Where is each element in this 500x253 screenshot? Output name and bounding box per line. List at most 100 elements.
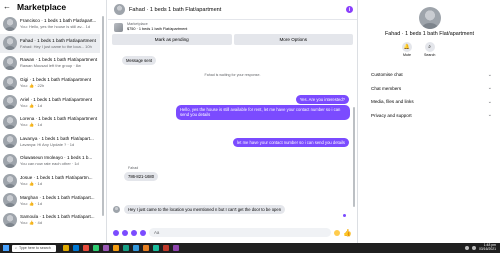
avatar	[419, 7, 441, 29]
network-icon[interactable]	[465, 246, 470, 250]
conversation-preview: You: 👍 · 1d	[20, 200, 42, 206]
menu-item-customise-chat[interactable]: Customise chat ⌄	[371, 68, 492, 82]
taskbar-app-icon[interactable]	[173, 245, 179, 251]
avatar	[3, 212, 17, 227]
chat-title[interactable]: Fahad · 1 beds 1 bath Flat/apartment	[129, 7, 342, 13]
conversation-item[interactable]: Josue · 1 beds 1 bath Flat/apartm... You…	[0, 171, 100, 191]
mute-button[interactable]: 🔔 Mute	[402, 42, 412, 57]
info-icon[interactable]: i	[346, 6, 353, 13]
conversation-preview: You: 👍 · 1d	[20, 181, 42, 187]
menu-item-chat-members[interactable]: Chat members ⌄	[371, 82, 492, 96]
chat-actions: Mark as pending More Options	[108, 34, 357, 45]
chevron-down-icon: ⌄	[487, 85, 492, 92]
taskbar-app-icon[interactable]	[73, 245, 79, 251]
sidebar-scrollbar[interactable]	[102, 16, 104, 216]
taskbar-search-placeholder: Type here to search	[19, 246, 51, 250]
taskbar-app-icon[interactable]	[83, 245, 89, 251]
back-arrow-icon[interactable]: ←	[3, 3, 11, 11]
clock-date: 03/16/2021	[479, 247, 496, 251]
details-name: Fahad · 1 beds 1 bath Flat/apartment	[385, 31, 474, 37]
taskbar-app-icon[interactable]	[163, 245, 169, 251]
conversation-item[interactable]: Lavanya · 1 beds 1 bath Flat/apart... La…	[0, 132, 100, 152]
photo-icon[interactable]	[122, 229, 128, 236]
conversation-preview: You: 👍 · 1d	[20, 102, 42, 108]
composer: Aa 👍	[108, 222, 357, 243]
mute-label: Mute	[403, 53, 411, 57]
taskbar-app-icon[interactable]	[63, 245, 69, 251]
conversation-name: Rawan · 1 beds 1 bath Flat/apartment	[20, 57, 98, 63]
bell-icon: 🔔	[402, 42, 412, 52]
conversation-name: Josue · 1 beds 1 bath Flat/apartm...	[20, 175, 93, 181]
taskbar-clock[interactable]: 1:48 pm 03/16/2021	[479, 244, 496, 251]
listing-summary[interactable]: Marketplace $750 · 1 beds 1 bath Flat/ap…	[108, 20, 357, 34]
search-button[interactable]: ⌕ Search	[424, 42, 435, 57]
menu-item-privacy-support[interactable]: Privacy and support ⌄	[371, 109, 492, 123]
conversation-item[interactable]: Gigi · 1 beds 1 bath Flat/apartment You:…	[0, 73, 100, 93]
taskbar-app-icon[interactable]	[143, 245, 149, 251]
search-icon: ⌕	[424, 42, 435, 52]
chevron-down-icon: ⌄	[487, 98, 492, 105]
message-bubble-outgoing: let me have your contact number so i can…	[232, 138, 349, 148]
conversation-preview: You: 👍 · 1d	[20, 122, 42, 128]
sidebar-title: Marketplace	[17, 2, 67, 12]
menu-item-label: Privacy and support	[371, 112, 412, 118]
taskbar-app-icon[interactable]	[113, 245, 119, 251]
conversation-item[interactable]: Samoula · 1 beds 1 bath Flat/apart... Yo…	[0, 210, 100, 230]
taskbar-app-icon[interactable]	[133, 245, 139, 251]
message-bubble-incoming: Hey I just came to the location you memt…	[124, 205, 286, 215]
conversation-name: Ariel · 1 beds 1 bath Flat/apartment	[20, 96, 93, 102]
conversation-preview: You: 👍 · 4d	[20, 220, 42, 226]
conversation-item[interactable]: Lorena · 1 beds 1 bath Flat/apartment Yo…	[0, 112, 100, 132]
more-options-button[interactable]: More Options	[233, 34, 353, 45]
menu-item-media-files-links[interactable]: Media, files and links ⌄	[371, 95, 492, 109]
avatar[interactable]	[114, 4, 125, 15]
taskbar-apps	[63, 245, 179, 251]
taskbar-app-icon[interactable]	[123, 245, 129, 251]
like-icon[interactable]: 👍	[343, 229, 352, 237]
thread-scrollbar[interactable]	[353, 107, 355, 207]
details-menu: Customise chat ⌄ Chat members ⌄ Media, f…	[371, 68, 492, 122]
avatar	[3, 16, 17, 31]
sidebar-header: ← Marketplace	[0, 0, 106, 14]
gif-icon[interactable]	[140, 229, 146, 236]
avatar	[3, 134, 17, 149]
message-bubble-incoming: Message sent	[122, 56, 157, 66]
menu-item-label: Customise chat	[371, 72, 403, 78]
listing-price: $750 · 1 beds 1 bath Flat/apartment	[127, 27, 188, 31]
avatar	[3, 75, 17, 90]
avatar	[113, 206, 120, 213]
mark-pending-button[interactable]: Mark as pending	[112, 34, 232, 45]
avatar	[3, 193, 17, 208]
conversation-item[interactable]: Francisco · 1 beds 1 bath Flat/apart... …	[0, 14, 100, 34]
conversation-details: Fahad · 1 beds 1 bath Flat/apartment 🔔 M…	[359, 0, 500, 243]
conversation-name: Samoula · 1 beds 1 bath Flat/apart...	[20, 214, 95, 220]
avatar	[3, 36, 17, 51]
emoji-icon[interactable]	[334, 229, 341, 236]
conversation-preview: You can now rate each other · 1d	[20, 161, 79, 167]
message-bubble-incoming: 786-821-1680	[124, 172, 159, 182]
voice-clip-icon[interactable]	[113, 229, 119, 236]
conversation-preview: Lavanya: Hi Any Update ? · 1d	[20, 141, 75, 147]
taskbar-app-icon[interactable]	[103, 245, 109, 251]
taskbar-app-icon[interactable]	[153, 245, 159, 251]
taskbar-app-icon[interactable]	[93, 245, 99, 251]
avatar	[3, 55, 17, 70]
message-input[interactable]: Aa	[149, 228, 332, 237]
conversation-item[interactable]: Rawan · 1 beds 1 bath Flat/apartment Raw…	[0, 53, 100, 73]
menu-item-label: Media, files and links	[371, 99, 414, 105]
conversation-item-active[interactable]: Fahad · 1 beds 1 bath Flat/apartment Fah…	[0, 33, 100, 54]
avatar	[3, 114, 17, 129]
conversation-item[interactable]: Oluwaseun Imoleayo · 1 beds 1 b... You c…	[0, 151, 100, 171]
chat-header: Fahad · 1 beds 1 bath Flat/apartment i	[108, 0, 357, 20]
sticker-icon[interactable]	[131, 229, 137, 236]
system-tray: 1:48 pm 03/16/2021	[465, 244, 500, 251]
windows-start-icon[interactable]	[3, 245, 9, 251]
message-bubble-outgoing: Hello, yes the house is still available …	[176, 105, 350, 120]
conversation-item[interactable]: Ariel · 1 beds 1 bath Flat/apartment You…	[0, 92, 100, 112]
taskbar-search-input[interactable]: ⌕ Type here to search	[12, 244, 56, 252]
conversation-name: Marghan · 1 beds 1 bath Flat/apart...	[20, 194, 95, 200]
conversation-item[interactable]: Marghan · 1 beds 1 bath Flat/apart... Yo…	[0, 190, 100, 210]
chat-panel: Fahad · 1 beds 1 bath Flat/apartment i M…	[108, 0, 358, 243]
volume-icon[interactable]	[472, 246, 477, 250]
conversation-sidebar: ← Marketplace Francisco · 1 beds 1 bath …	[0, 0, 107, 243]
